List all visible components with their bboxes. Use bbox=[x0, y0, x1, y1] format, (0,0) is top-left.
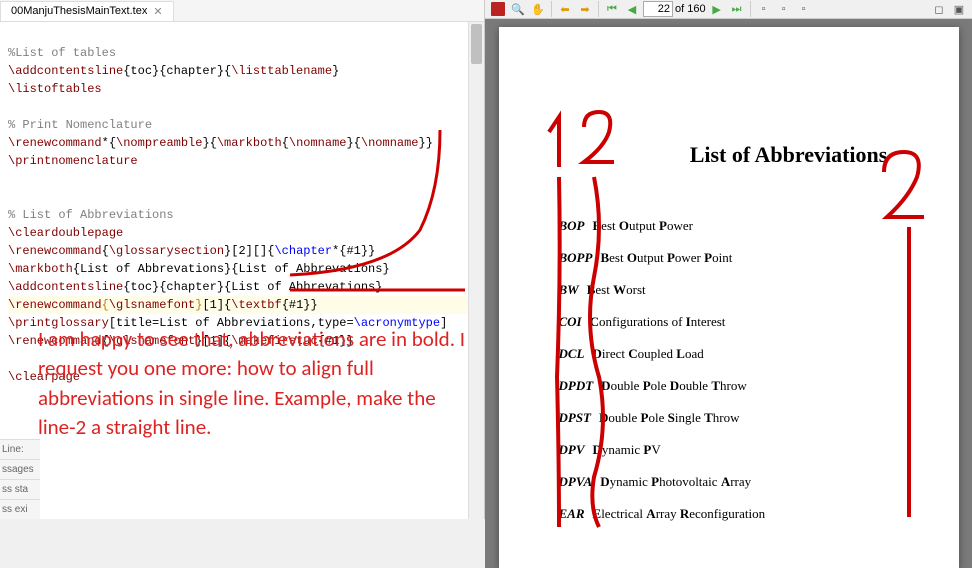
doc-icon[interactable]: ▫ bbox=[755, 0, 773, 18]
abbr-definition: Best Output Power Point bbox=[600, 250, 732, 266]
code-line: \cleardoublepage bbox=[8, 226, 123, 240]
collapse-icon[interactable]: ▣ bbox=[950, 0, 968, 18]
code-line: \addcontentsline{toc}{chapter}{List of A… bbox=[8, 280, 382, 294]
red-number-1 bbox=[539, 107, 579, 190]
zoom-icon[interactable]: 🔍 bbox=[509, 0, 527, 18]
abbr-row: DPVA Dynamic Photovoltaic Array bbox=[559, 474, 919, 490]
abbr-term: DPVA bbox=[559, 474, 593, 490]
abbr-term: DPST bbox=[559, 410, 592, 426]
abbr-row: DPST Double Pole Single Throw bbox=[559, 410, 919, 426]
prev-page-icon[interactable]: ◀ bbox=[623, 0, 641, 18]
doc3-icon[interactable]: ▫ bbox=[795, 0, 813, 18]
abbr-term: DCL bbox=[559, 346, 585, 362]
code-line: \listoftables bbox=[8, 82, 102, 96]
code-line: % Print Nomenclature bbox=[8, 118, 152, 132]
abbr-definition: Best Worst bbox=[587, 282, 646, 298]
abbr-definition: Direct Coupled Load bbox=[593, 346, 704, 362]
abbr-term: BOPP bbox=[559, 250, 593, 266]
editor-scrollbar[interactable] bbox=[468, 22, 484, 519]
line-label: Line: bbox=[0, 439, 40, 459]
abbr-definition: Best Output Power bbox=[593, 218, 693, 234]
abbr-definition: Double Pole Double Throw bbox=[601, 378, 747, 394]
pdf-viewport[interactable]: List of Abbreviations BOP Best Output Pow… bbox=[485, 19, 972, 568]
code-editor[interactable]: %List of tables \addcontentsline{toc}{ch… bbox=[0, 22, 484, 519]
abbr-definition: Dynamic PV bbox=[593, 442, 661, 458]
code-line-highlighted: \renewcommand{\glsnamefont}[1]{\textbf{#… bbox=[8, 296, 476, 314]
back-icon[interactable]: ⬅ bbox=[556, 0, 574, 18]
code-line: % List of Abbreviations bbox=[8, 208, 174, 222]
next-page-icon[interactable]: ▶ bbox=[708, 0, 726, 18]
abbr-row: EAR Electrical Array Reconfiguration bbox=[559, 506, 919, 522]
abbr-row: DPV Dynamic PV bbox=[559, 442, 919, 458]
abbr-definition: Electrical Array Reconfiguration bbox=[593, 506, 766, 522]
abbr-row: DPDT Double Pole Double Throw bbox=[559, 378, 919, 394]
abbr-row: COI Configurations of Interest bbox=[559, 314, 919, 330]
code-line: \renewcommand*{\nompreamble}{\markboth{\… bbox=[8, 136, 433, 150]
last-page-icon[interactable]: ⏭ bbox=[728, 0, 746, 18]
abbr-row: BOP Best Output Power bbox=[559, 218, 919, 234]
abbr-term: DPDT bbox=[559, 378, 594, 394]
scroll-thumb[interactable] bbox=[471, 24, 482, 64]
status-exit: ss exi bbox=[0, 499, 40, 519]
abbr-row: DCL Direct Coupled Load bbox=[559, 346, 919, 362]
pdf-toolbar: 🔍 ✋ ⬅ ➡ ⏮ ◀ of 160 ▶ ⏭ ▫ ▫ ▫ ◻ ▣ bbox=[485, 0, 972, 19]
file-tab[interactable]: 00ManjuThesisMainText.tex ✕ bbox=[0, 1, 174, 21]
abbr-term: BW bbox=[559, 282, 579, 298]
abbr-row: BW Best Worst bbox=[559, 282, 919, 298]
abbr-term: COI bbox=[559, 314, 582, 330]
editor-status: Line: ssages ss sta ss exi bbox=[0, 439, 40, 519]
pdf-page: List of Abbreviations BOP Best Output Pow… bbox=[499, 27, 959, 568]
status-state: ss sta bbox=[0, 479, 40, 499]
page-total: of 160 bbox=[675, 3, 706, 15]
code-line: \renewcommand{\glossarysection}[2][]{\ch… bbox=[8, 244, 375, 258]
status-messages: ssages bbox=[0, 459, 40, 479]
abbr-definition: Double Pole Single Throw bbox=[599, 410, 740, 426]
first-page-icon[interactable]: ⏮ bbox=[603, 0, 621, 18]
abbr-definition: Dynamic Photovoltaic Array bbox=[600, 474, 751, 490]
abbr-term: EAR bbox=[559, 506, 585, 522]
forward-icon[interactable]: ➡ bbox=[576, 0, 594, 18]
tab-filename: 00ManjuThesisMainText.tex bbox=[11, 5, 147, 17]
user-annotation: I am happy to see that, abbreviations ar… bbox=[38, 325, 468, 443]
page-title: List of Abbreviations bbox=[659, 142, 919, 168]
window-icon[interactable]: ◻ bbox=[930, 0, 948, 18]
close-icon[interactable]: ✕ bbox=[153, 5, 162, 18]
editor-pane: 00ManjuThesisMainText.tex ✕ %List of tab… bbox=[0, 0, 485, 519]
tab-bar: 00ManjuThesisMainText.tex ✕ bbox=[0, 0, 484, 22]
doc2-icon[interactable]: ▫ bbox=[775, 0, 793, 18]
abbr-term: BOP bbox=[559, 218, 585, 234]
hand-icon[interactable]: ✋ bbox=[529, 0, 547, 18]
code-line: \addcontentsline{toc}{chapter}{\listtabl… bbox=[8, 64, 339, 78]
code-line: \printnomenclature bbox=[8, 154, 138, 168]
pdf-icon[interactable] bbox=[489, 0, 507, 18]
abbreviation-list: BOP Best Output PowerBOPP Best Output Powe… bbox=[559, 218, 919, 522]
abbr-row: BOPP Best Output Power Point bbox=[559, 250, 919, 266]
abbr-term: DPV bbox=[559, 442, 585, 458]
page-number-input[interactable] bbox=[643, 1, 673, 17]
abbr-definition: Configurations of Interest bbox=[590, 314, 726, 330]
code-line: %List of tables bbox=[8, 46, 116, 60]
pdf-pane: 🔍 ✋ ⬅ ➡ ⏮ ◀ of 160 ▶ ⏭ ▫ ▫ ▫ ◻ ▣ List of… bbox=[485, 0, 972, 519]
red-number-2-left bbox=[579, 107, 619, 190]
code-line: \markboth{List of Abbrevations}{List of … bbox=[8, 262, 390, 276]
